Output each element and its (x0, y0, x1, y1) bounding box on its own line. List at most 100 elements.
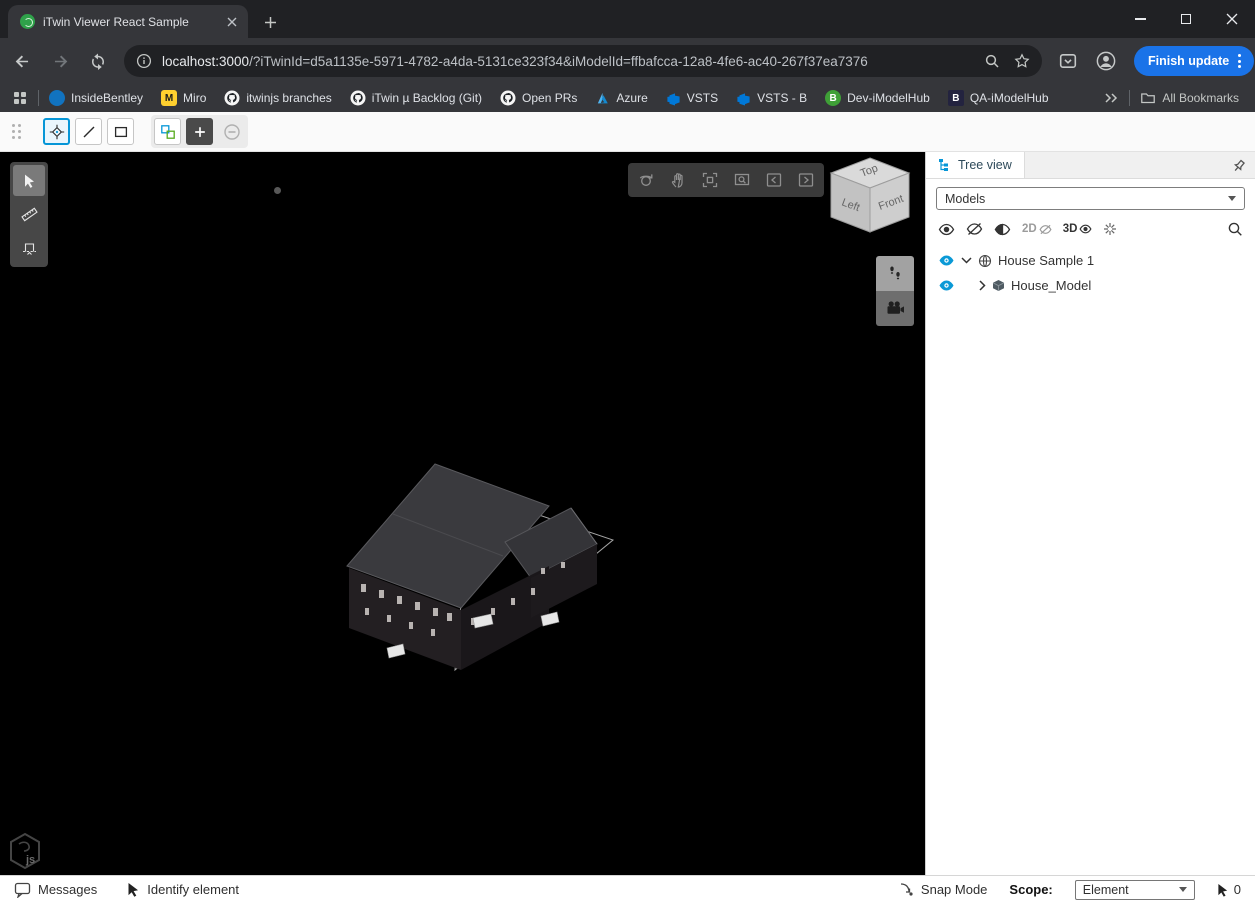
azure-devops-favicon (736, 91, 751, 106)
measure-tool-button[interactable] (13, 199, 45, 230)
viewport-marker-dot (274, 187, 281, 194)
viewport-3d[interactable]: Top Left Front (0, 152, 925, 875)
identify-element-indicator[interactable]: Identify element (127, 882, 239, 897)
close-button[interactable] (1209, 0, 1255, 38)
chevron-right-icon[interactable] (979, 280, 986, 291)
hide-all-icon[interactable] (966, 222, 983, 236)
model-tree: House Sample 1 House_Model (926, 248, 1255, 298)
view-next-icon[interactable] (790, 165, 822, 195)
minimize-button[interactable] (1117, 0, 1163, 38)
scope-select[interactable]: Element (1075, 880, 1195, 900)
itwinjs-logo[interactable]: js (8, 832, 42, 875)
tab-close-icon[interactable] (223, 13, 240, 30)
filter-3d-toggle[interactable]: 3D (1063, 223, 1093, 235)
visibility-eye-icon[interactable] (938, 254, 955, 267)
bookmarks-bar: InsideBentley M Miro itwinjs branches iT… (0, 84, 1255, 112)
azure-devops-favicon (666, 91, 681, 106)
bookmark-label: InsideBentley (71, 91, 143, 105)
tab-tree-view-label: Tree view (958, 158, 1012, 172)
filter-2d-toggle[interactable]: 2D (1022, 223, 1052, 235)
label-3d: 3D (1063, 223, 1078, 235)
bookmark-miro[interactable]: M Miro (161, 90, 206, 106)
chevron-down-icon[interactable] (961, 257, 972, 264)
tab-tree-view[interactable]: Tree view (926, 152, 1025, 178)
bookmark-star-icon[interactable] (1014, 53, 1030, 69)
all-bookmarks-button[interactable]: All Bookmarks (1140, 90, 1239, 106)
pan-hand-icon[interactable] (662, 165, 694, 195)
bookmark-itwin-backlog[interactable]: iTwin µ Backlog (Git) (350, 90, 482, 106)
pin-icon[interactable] (1229, 156, 1249, 176)
visibility-eye-icon[interactable] (938, 279, 955, 292)
bookmark-label: QA-iModelHub (970, 91, 1049, 105)
select-line-button[interactable] (75, 118, 102, 145)
bookmark-open-prs[interactable]: Open PRs (500, 90, 577, 106)
viewport-tools-toolbar (10, 162, 48, 267)
address-bar[interactable]: localhost:3000 /?iTwinId=d5a1135e-5971-4… (124, 45, 1042, 77)
zoom-icon[interactable] (984, 53, 1000, 69)
bookmark-qa-imodelhub[interactable]: B QA-iModelHub (948, 90, 1049, 106)
invert-visibility-icon[interactable] (994, 223, 1011, 236)
navigation-bar: localhost:3000 /?iTwinId=d5a1135e-5971-4… (0, 38, 1255, 84)
apps-grid-icon[interactable] (12, 90, 28, 106)
camera-tool-icon[interactable] (876, 291, 914, 326)
back-icon[interactable] (6, 45, 38, 77)
bookmark-azure[interactable]: Azure (595, 91, 647, 106)
select-pick-button[interactable] (43, 118, 70, 145)
house-model[interactable] (335, 446, 625, 691)
walk-tool-icon[interactable] (876, 256, 914, 291)
snap-mode-icon (899, 882, 914, 897)
view-previous-icon[interactable] (758, 165, 790, 195)
search-icon[interactable] (1227, 221, 1243, 237)
refresh-icon[interactable] (82, 45, 114, 77)
qa-imodelhub-favicon: B (948, 90, 964, 106)
bookmark-label: Open PRs (522, 91, 577, 105)
bookmark-label: Azure (616, 91, 647, 105)
more-options-icon[interactable] (1229, 54, 1250, 68)
selection-count: 0 (1234, 882, 1241, 897)
orbit-icon[interactable] (630, 165, 662, 195)
bookmark-itwinjs-branches[interactable]: itwinjs branches (224, 90, 331, 106)
selection-add-button[interactable] (186, 118, 213, 145)
github-favicon (500, 90, 516, 106)
tree-row-house-sample[interactable]: House Sample 1 (926, 248, 1255, 273)
chevron-down-icon (1228, 196, 1236, 201)
selection-replace-button[interactable] (154, 118, 181, 145)
selection-remove-button[interactable] (218, 118, 245, 145)
bookmark-vsts-b[interactable]: VSTS - B (736, 91, 807, 106)
bookmark-insidebentley[interactable]: InsideBentley (49, 90, 143, 106)
window-area-icon[interactable] (726, 165, 758, 195)
site-info-icon[interactable] (136, 53, 152, 69)
cursor-arrow-icon (127, 882, 140, 897)
tree-row-house-model[interactable]: House_Model (926, 273, 1255, 298)
new-tab-button[interactable] (258, 10, 282, 34)
fit-view-icon[interactable] (694, 165, 726, 195)
message-bubble-icon (14, 882, 31, 898)
show-all-icon[interactable] (938, 223, 955, 236)
tree-node-label: House_Model (1011, 278, 1091, 293)
section-tool-button[interactable] (13, 233, 45, 264)
scope-select-value: Element (1083, 883, 1129, 897)
logo-js-text: js (25, 854, 35, 866)
bookmarks-overflow-icon[interactable] (1103, 91, 1119, 105)
maximize-button[interactable] (1163, 0, 1209, 38)
profile-avatar[interactable] (1090, 45, 1122, 77)
navigation-cube[interactable]: Top Left Front (826, 156, 914, 245)
browser-tab[interactable]: iTwin Viewer React Sample (8, 5, 248, 38)
tree-view-panel: Tree view Models (925, 152, 1255, 875)
models-select[interactable]: Models (936, 187, 1245, 210)
itwin-favicon (20, 14, 35, 29)
messages-button[interactable]: Messages (14, 882, 97, 898)
select-box-button[interactable] (107, 118, 134, 145)
status-bar: Messages Identify element Snap Mode Scop… (0, 875, 1255, 903)
select-tool-button[interactable] (13, 165, 45, 196)
bookmark-dev-imodelhub[interactable]: B Dev-iModelHub (825, 90, 930, 106)
isolate-icon[interactable] (1103, 222, 1117, 236)
finish-update-button[interactable]: Finish update (1134, 46, 1254, 76)
panel-tab-bar: Tree view (926, 152, 1255, 179)
forward-icon[interactable] (44, 45, 76, 77)
bookmark-vsts[interactable]: VSTS (666, 91, 718, 106)
search-tabs-icon[interactable] (1052, 45, 1084, 77)
snap-mode-button[interactable]: Snap Mode (899, 882, 988, 897)
drag-handle[interactable] (12, 124, 21, 139)
divider (38, 90, 39, 106)
